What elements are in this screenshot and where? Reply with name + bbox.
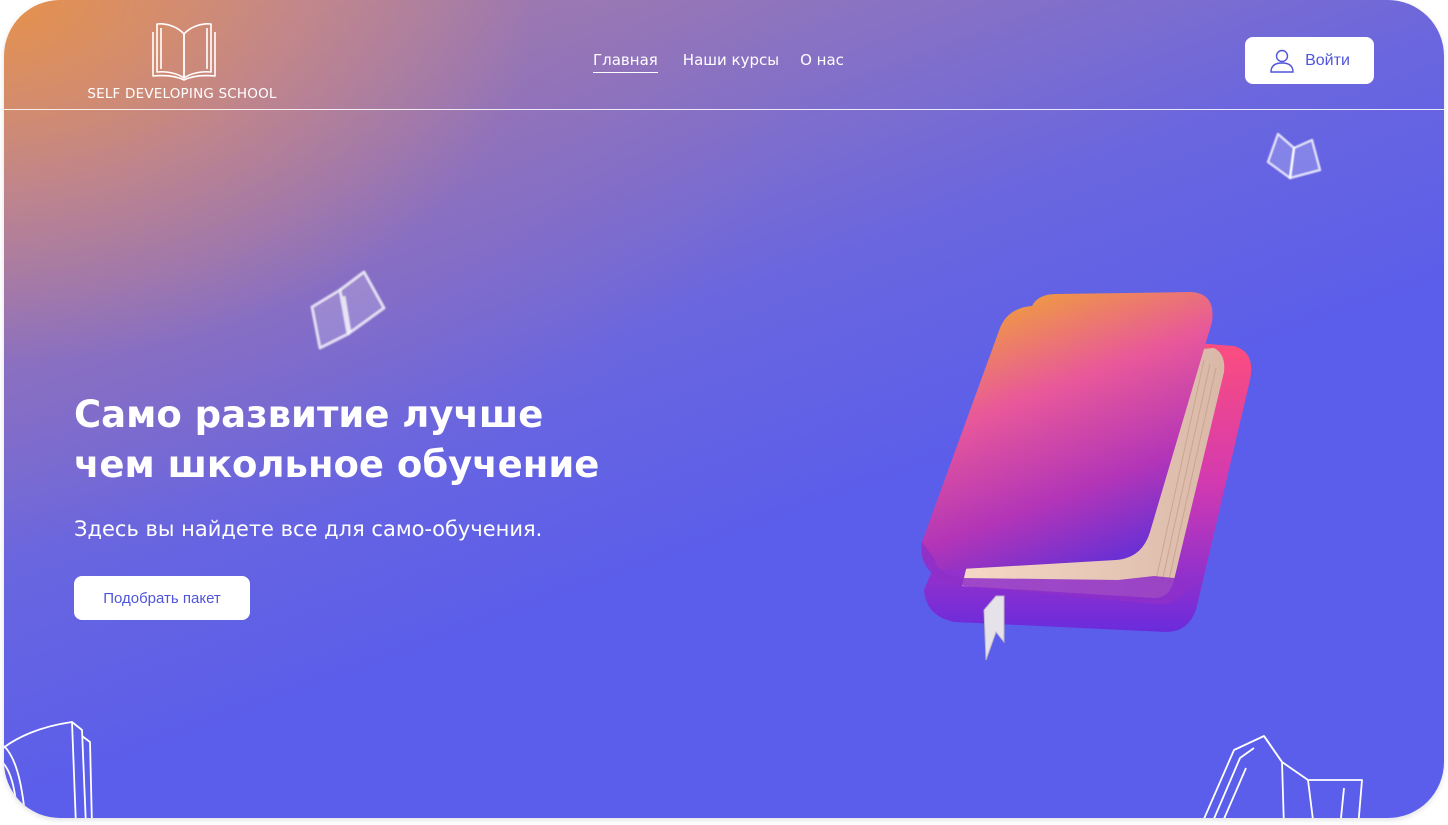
nav-about[interactable]: О нас bbox=[800, 51, 844, 73]
book-outline-icon bbox=[4, 721, 93, 818]
hero-title: Само развитие лучше чем школьное обучени… bbox=[74, 390, 694, 490]
site-header: SELF DEVELOPING SCHOOL Главная Наши курс… bbox=[4, 0, 1444, 110]
book-3d-illustration bbox=[921, 292, 1252, 661]
login-button[interactable]: Войти bbox=[1245, 37, 1374, 84]
logo[interactable]: SELF DEVELOPING SCHOOL bbox=[74, 20, 294, 102]
hero-subtitle: Здесь вы найдете все для само-обучения. bbox=[74, 517, 543, 541]
book-outline-icon bbox=[1203, 735, 1363, 818]
logo-text: SELF DEVELOPING SCHOOL bbox=[87, 86, 277, 102]
floating-book-icon bbox=[1266, 132, 1322, 180]
nav-courses[interactable]: Наши курсы bbox=[683, 51, 779, 73]
user-icon bbox=[1270, 49, 1294, 73]
main-nav: Главная Наши курсы О нас bbox=[593, 51, 844, 73]
open-book-icon bbox=[152, 23, 216, 81]
hero-section: SELF DEVELOPING SCHOOL Главная Наши курс… bbox=[4, 0, 1444, 818]
hero-title-line-2: чем школьное обучение bbox=[74, 443, 600, 486]
nav-home[interactable]: Главная bbox=[593, 51, 658, 73]
choose-package-button[interactable]: Подобрать пакет bbox=[74, 576, 250, 620]
floating-book-icon bbox=[310, 270, 386, 350]
hero-title-line-1: Само развитие лучше bbox=[74, 393, 544, 436]
login-label: Войти bbox=[1305, 51, 1350, 69]
